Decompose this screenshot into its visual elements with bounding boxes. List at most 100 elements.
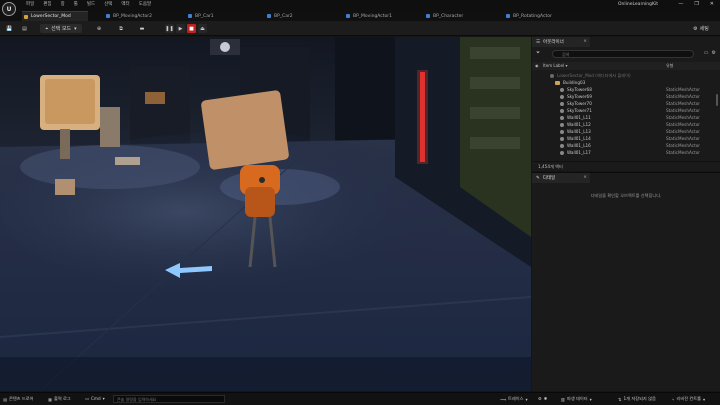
details-tab[interactable]: ✎ 디테일 × xyxy=(532,173,590,183)
stop-button[interactable]: ■ xyxy=(187,24,196,33)
menu-build[interactable]: 빌드 xyxy=(87,1,95,7)
static-mesh-icon xyxy=(560,109,564,113)
outliner-search-input[interactable] xyxy=(552,50,694,58)
static-mesh-icon xyxy=(560,88,564,92)
unsaved-icon: ⇅ xyxy=(618,396,622,402)
content-browser-icon[interactable]: ▤ xyxy=(20,24,29,33)
project-name: OnlineLearningKit xyxy=(617,2,658,7)
list-item[interactable]: Wall01_L12 StaticMeshActor xyxy=(532,121,715,128)
static-mesh-icon xyxy=(560,151,564,155)
tab-bp-character[interactable]: BP_Character xyxy=(424,11,500,21)
list-item[interactable]: SkyTower69 StaticMeshActor xyxy=(532,93,715,100)
derived-data-button[interactable]: ▥ 파생 데이터 ▾ xyxy=(561,396,592,402)
static-mesh-icon xyxy=(560,144,564,148)
console-command-input[interactable] xyxy=(113,395,225,403)
chevron-down-icon: ▾ xyxy=(525,396,528,402)
unsaved-button[interactable]: ⇅ 1개 저장되지 않음 xyxy=(618,396,656,402)
blueprint-icon xyxy=(188,14,192,18)
blueprint-icon xyxy=(106,14,110,18)
outliner-scrollbar[interactable] xyxy=(716,94,718,106)
list-item[interactable]: Wall01_L14 StaticMeshActor xyxy=(532,135,715,142)
tab-label: BP_MovingActor2 xyxy=(113,13,153,19)
log-icon: ▦ xyxy=(48,396,52,402)
source-control-button[interactable]: ⑂ 리비전 컨트롤 ▾ xyxy=(672,396,705,402)
blueprint-icon xyxy=(506,14,510,18)
blueprint-icon xyxy=(346,14,350,18)
list-item[interactable]: Wall01_L13 StaticMeshActor xyxy=(532,128,715,135)
list-item[interactable]: Building03 xyxy=(532,79,715,86)
settings-button[interactable]: ⚙ 세팅 xyxy=(688,24,714,33)
list-item[interactable]: Wall01_L16 StaticMeshActor xyxy=(532,142,715,149)
cmd-dropdown[interactable]: ▭ Cmd ▾ xyxy=(85,396,105,401)
chevron-down-icon: ▾ xyxy=(74,25,77,32)
filter-icon[interactable]: ⏷ xyxy=(536,50,540,56)
visibility-eye-icon[interactable]: ◉ xyxy=(535,63,539,68)
window-controls: — ❐ ✕ xyxy=(678,1,714,7)
gear-icon[interactable]: ⚙ xyxy=(712,50,716,56)
list-item[interactable]: SkyTower70 StaticMeshActor xyxy=(532,100,715,107)
outliner-actor-count: 1,454개 액터 xyxy=(532,161,720,171)
tab-bp-car1[interactable]: BP_Car1 xyxy=(186,11,256,21)
static-mesh-icon xyxy=(560,102,564,106)
level-viewport[interactable] xyxy=(0,37,531,391)
list-item[interactable]: LowerSector_Mod (에디터에서 플레이) xyxy=(532,72,715,79)
static-mesh-icon xyxy=(560,116,564,120)
selection-mode-dropdown[interactable]: ⌖ 선택 모드 ▾ xyxy=(40,24,82,33)
list-item[interactable]: SkyTower71 StaticMeshActor xyxy=(532,107,715,114)
menu-help[interactable]: 도움말 xyxy=(139,1,151,7)
tab-label: BP_Car1 xyxy=(195,13,214,19)
close-icon[interactable]: × xyxy=(583,39,587,44)
item-label-column[interactable]: Item Label ▾ xyxy=(543,63,567,68)
details-panel: ✎ 디테일 × 디테일을 확인할 오브젝트를 선택합니다. xyxy=(532,172,720,391)
terminal-icon: ▭ xyxy=(85,396,89,401)
tab-label: BP_Car2 xyxy=(274,13,293,19)
wrench-icon: ✱ xyxy=(543,396,548,401)
minimize-icon[interactable]: — xyxy=(678,1,683,7)
settings-icon-button[interactable]: ⚙ ✱ xyxy=(538,396,547,401)
menu-edit[interactable]: 편집 xyxy=(43,1,51,7)
type-column[interactable]: 유형 xyxy=(666,63,673,69)
save-icon[interactable]: 💾 xyxy=(5,24,14,33)
details-tab-label: 디테일 xyxy=(542,176,556,181)
unreal-logo-icon[interactable]: U xyxy=(2,2,16,16)
play-button[interactable]: ▶ xyxy=(176,24,185,33)
close-icon[interactable]: × xyxy=(583,175,587,180)
outliner-search-row: ⏷ ⌕ ▭ ⚙ xyxy=(532,49,720,59)
static-mesh-icon xyxy=(560,130,564,134)
list-item[interactable]: Wall01_L11 StaticMeshActor xyxy=(532,114,715,121)
pause-button[interactable]: ❚❚ xyxy=(165,24,174,33)
menu-file[interactable]: 파일 xyxy=(26,1,34,7)
content-drawer-button[interactable]: ▤ 콘텐츠 드로어 xyxy=(3,396,33,402)
list-item[interactable]: SkyTower68 StaticMeshActor xyxy=(532,86,715,93)
cinematics-icon[interactable]: ▬ xyxy=(135,24,149,33)
tab-lowersector-mod[interactable]: LowerSector_Mod xyxy=(22,11,88,21)
maximize-icon[interactable]: ❐ xyxy=(694,1,698,7)
trace-button[interactable]: ⟿ 트레이스 ▾ xyxy=(500,396,528,402)
outliner-tab[interactable]: ☰ 아웃라이너 × xyxy=(532,37,590,47)
output-log-button[interactable]: ▦ 출력 로그 xyxy=(48,396,71,402)
status-bar: ▤ 콘텐츠 드로어 ▦ 출력 로그 ▭ Cmd ▾ ⟿ 트레이스 ▾ ⚙ ✱ ▥… xyxy=(0,392,720,405)
folder-add-icon[interactable]: ▭ xyxy=(704,50,709,56)
tab-bp-movingactor1[interactable]: BP_MovingActor1 xyxy=(344,11,420,21)
list-item[interactable]: Wall01_L17 StaticMeshActor xyxy=(532,149,715,156)
tab-label: LowerSector_Mod xyxy=(31,14,71,19)
add-actor-icon[interactable]: ⊕ xyxy=(92,24,106,33)
tab-bp-movingactor2[interactable]: BP_MovingActor2 xyxy=(104,11,180,21)
blueprint-icon xyxy=(267,14,271,18)
outliner-options: ▭ ⚙ xyxy=(704,50,716,56)
tab-label: BP_MovingActor1 xyxy=(353,13,393,19)
gear-icon: ⚙ xyxy=(693,25,698,32)
menu-window[interactable]: 창 xyxy=(61,1,65,7)
trace-icon: ⟿ xyxy=(500,396,507,402)
blueprints-icon[interactable]: ⧉ xyxy=(114,24,128,33)
menu-tools[interactable]: 툴 xyxy=(74,1,78,7)
settings-label: 세팅 xyxy=(699,26,709,32)
close-icon[interactable]: ✕ xyxy=(710,1,714,7)
menu-actor[interactable]: 액터 xyxy=(121,1,129,7)
tab-bp-rotatingactor[interactable]: BP_RotatingActor xyxy=(504,11,584,21)
menu-select[interactable]: 선택 xyxy=(104,1,112,7)
tab-bp-car2[interactable]: BP_Car2 xyxy=(265,11,335,21)
eject-button[interactable]: ⏏ xyxy=(198,24,207,33)
main-menu: 파일 편집 창 툴 빌드 선택 액터 도움말 xyxy=(26,1,151,7)
document-tabs: LowerSector_Mod BP_MovingActor2 BP_Car1 … xyxy=(0,10,720,21)
